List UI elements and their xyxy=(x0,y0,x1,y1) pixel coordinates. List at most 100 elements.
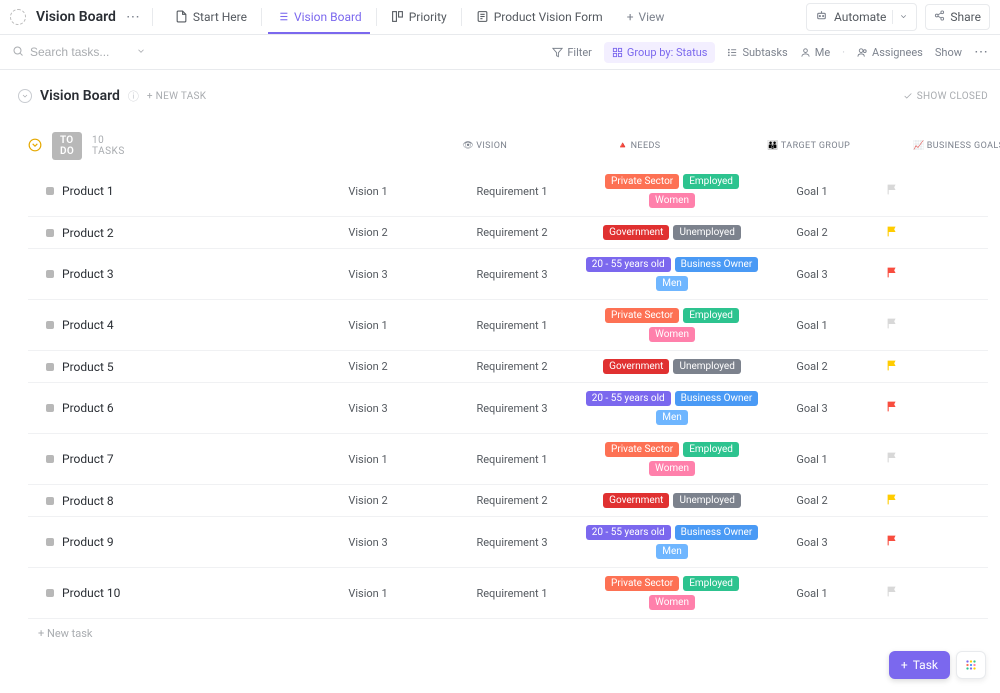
tag[interactable]: Women xyxy=(649,193,695,208)
needs-cell[interactable]: Requirement 1 xyxy=(442,453,582,466)
target-cell[interactable]: Private Sector Employed Women xyxy=(582,172,762,210)
goals-cell[interactable]: Goal 1 xyxy=(762,453,862,466)
tag[interactable]: Employed xyxy=(683,174,739,189)
chevron-down-icon[interactable] xyxy=(136,45,146,59)
task-name-cell[interactable]: Product 10 xyxy=(28,586,294,600)
vision-cell[interactable]: Vision 2 xyxy=(294,494,442,507)
add-view-button[interactable]: + View xyxy=(621,10,671,24)
tag[interactable]: Government xyxy=(603,359,669,374)
status-icon[interactable] xyxy=(46,538,54,546)
tag[interactable]: Women xyxy=(649,327,695,342)
needs-cell[interactable]: Requirement 2 xyxy=(442,494,582,507)
target-cell[interactable]: 20 - 55 years oldBusiness OwnerMen xyxy=(582,255,762,293)
goals-cell[interactable]: Goal 3 xyxy=(762,536,862,549)
tag[interactable]: 20 - 55 years old xyxy=(586,391,671,406)
flag-icon[interactable] xyxy=(886,225,899,241)
flag-icon[interactable] xyxy=(886,534,899,550)
flag-icon[interactable] xyxy=(886,266,899,282)
show-button[interactable]: Show xyxy=(935,46,962,59)
needs-cell[interactable]: Requirement 3 xyxy=(442,402,582,415)
task-name-cell[interactable]: Product 1 xyxy=(28,184,294,198)
table-row[interactable]: Product 8Vision 2Requirement 2Government… xyxy=(28,485,988,517)
more-icon[interactable]: ⋯ xyxy=(974,44,988,60)
task-name-cell[interactable]: Product 9 xyxy=(28,535,294,549)
assignees-button[interactable]: Assignees xyxy=(857,46,923,59)
priority-cell[interactable] xyxy=(862,225,922,241)
status-icon[interactable] xyxy=(46,321,54,329)
vision-cell[interactable]: Vision 1 xyxy=(294,453,442,466)
goals-cell[interactable]: Goal 1 xyxy=(762,587,862,600)
tag[interactable]: Business Owner xyxy=(675,525,759,540)
tag[interactable]: Employed xyxy=(683,442,739,457)
tag[interactable]: Employed xyxy=(683,308,739,323)
view-tab-product-vision-form[interactable]: Product Vision Form xyxy=(468,2,611,33)
task-name-cell[interactable]: Product 3 xyxy=(28,267,294,281)
table-row[interactable]: Product 5Vision 2Requirement 2 Government… xyxy=(28,351,988,383)
flag-icon[interactable] xyxy=(886,493,899,509)
flag-icon[interactable] xyxy=(886,317,899,333)
tag[interactable]: Men xyxy=(656,544,688,559)
new-task-row[interactable]: + New task xyxy=(28,619,988,648)
col-vision[interactable]: 👁VISION xyxy=(411,141,559,151)
needs-cell[interactable]: Requirement 2 xyxy=(442,226,582,239)
priority-cell[interactable] xyxy=(862,451,922,467)
target-cell[interactable]: Government Unemployed xyxy=(582,223,762,242)
needs-cell[interactable]: Requirement 1 xyxy=(442,185,582,198)
tag[interactable]: Business Owner xyxy=(675,391,759,406)
vision-cell[interactable]: Vision 3 xyxy=(294,268,442,281)
vision-cell[interactable]: Vision 2 xyxy=(294,360,442,373)
vision-cell[interactable]: Vision 1 xyxy=(294,319,442,332)
tag[interactable]: Women xyxy=(649,461,695,476)
goals-cell[interactable]: Goal 1 xyxy=(762,185,862,198)
me-button[interactable]: Me xyxy=(800,46,830,59)
status-icon[interactable] xyxy=(46,270,54,278)
collapse-all-icon[interactable] xyxy=(18,89,32,103)
tag[interactable]: Men xyxy=(656,276,688,291)
table-row[interactable]: Product 1Vision 1Requirement 1Private Se… xyxy=(28,166,988,217)
task-name-cell[interactable]: Product 4 xyxy=(28,318,294,332)
tag[interactable]: 20 - 55 years old xyxy=(586,525,671,540)
status-icon[interactable] xyxy=(46,363,54,371)
tag[interactable]: Private Sector xyxy=(605,576,679,591)
goals-cell[interactable]: Goal 2 xyxy=(762,226,862,239)
tag[interactable]: Government xyxy=(603,225,669,240)
table-row[interactable]: Product 6Vision 3Requirement 320 - 55 ye… xyxy=(28,383,988,434)
target-cell[interactable]: 20 - 55 years oldBusiness OwnerMen xyxy=(582,389,762,427)
needs-cell[interactable]: Requirement 2 xyxy=(442,360,582,373)
view-tab-start-here[interactable]: Start Here xyxy=(167,2,255,33)
fab-task-button[interactable]: + Task xyxy=(889,651,950,679)
vision-cell[interactable]: Vision 1 xyxy=(294,587,442,600)
vision-cell[interactable]: Vision 3 xyxy=(294,402,442,415)
info-icon[interactable]: ⓘ xyxy=(128,88,139,104)
goals-cell[interactable]: Goal 1 xyxy=(762,319,862,332)
goals-cell[interactable]: Goal 2 xyxy=(762,360,862,373)
tag[interactable]: Employed xyxy=(683,576,739,591)
flag-icon[interactable] xyxy=(886,585,899,601)
tag[interactable]: Private Sector xyxy=(605,174,679,189)
subtasks-button[interactable]: Subtasks xyxy=(727,46,787,59)
vision-cell[interactable]: Vision 1 xyxy=(294,185,442,198)
status-icon[interactable] xyxy=(46,404,54,412)
priority-cell[interactable] xyxy=(862,534,922,550)
tag[interactable]: Private Sector xyxy=(605,442,679,457)
status-label[interactable]: TO DO xyxy=(52,132,82,160)
target-cell[interactable]: 20 - 55 years old Business Owner Men xyxy=(582,523,762,561)
tag[interactable]: Unemployed xyxy=(673,225,740,240)
needs-cell[interactable]: Requirement 1 xyxy=(442,587,582,600)
task-name-cell[interactable]: Product 7 xyxy=(28,452,294,466)
view-tab-vision-board[interactable]: Vision Board xyxy=(268,2,370,33)
priority-cell[interactable] xyxy=(862,266,922,282)
target-cell[interactable]: GovernmentUnemployed xyxy=(582,491,762,510)
vision-cell[interactable]: Vision 2 xyxy=(294,226,442,239)
tag[interactable]: Government xyxy=(603,493,669,508)
table-row[interactable]: Product 2Vision 2Requirement 2Government… xyxy=(28,217,988,249)
task-name-cell[interactable]: Product 5 xyxy=(28,360,294,374)
view-tab-priority[interactable]: Priority xyxy=(383,2,455,33)
status-icon[interactable] xyxy=(46,455,54,463)
tag[interactable]: Private Sector xyxy=(605,308,679,323)
flag-icon[interactable] xyxy=(886,451,899,467)
vision-cell[interactable]: Vision 3 xyxy=(294,536,442,549)
flag-icon[interactable] xyxy=(886,359,899,375)
table-row[interactable]: Product 3Vision 3Requirement 320 - 55 ye… xyxy=(28,249,988,300)
search-input[interactable] xyxy=(30,45,130,59)
